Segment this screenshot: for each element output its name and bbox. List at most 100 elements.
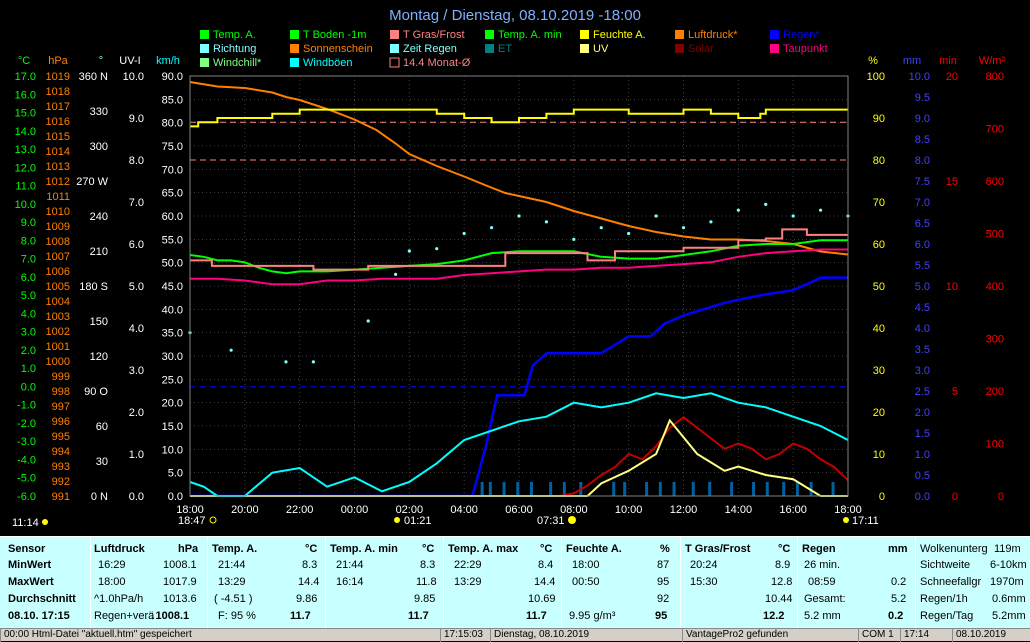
table-cell: °C — [778, 543, 791, 555]
direction-tick-label: 180 S — [79, 281, 108, 293]
table-cell: 08:59 — [808, 576, 836, 588]
humidity-tick-label: 30 — [873, 365, 885, 377]
hpa-tick-label: 1016 — [46, 116, 70, 128]
c-tick-label: 6.0 — [21, 272, 36, 284]
hpa-tick-label: 1011 — [46, 191, 70, 203]
wind-direction-point — [407, 249, 411, 253]
legend-swatch — [389, 57, 400, 68]
wind-direction-point — [572, 237, 576, 241]
table-cell: 8.3 — [302, 559, 318, 571]
uv-tick-label: 10.0 — [123, 71, 144, 83]
table-cell: Feuchte A. — [566, 543, 622, 555]
wind-direction-point — [791, 214, 795, 218]
table-cell: 10.44 — [765, 593, 793, 605]
rain-minutes-tick-label: 15 — [946, 176, 958, 188]
table-cell: 14.4 — [534, 576, 556, 588]
uv-tick-label: 2.0 — [129, 407, 144, 419]
table-cell: Temp. A. — [212, 543, 258, 555]
hpa-tick-label: 992 — [52, 476, 70, 488]
direction-tick-label: 300 — [90, 141, 108, 153]
table-cell: 16:14 — [336, 576, 364, 588]
humidity-tick-label: 80 — [873, 155, 885, 167]
legend-swatch — [290, 58, 299, 67]
rain-time-bar — [752, 482, 756, 496]
direction-tick-label: 210 — [90, 246, 108, 258]
c-tick-label: 10.0 — [15, 199, 36, 211]
sun-icon — [42, 519, 48, 525]
rain-time-bar — [623, 482, 627, 496]
c-tick-label: 1.0 — [21, 363, 36, 375]
uv-tick-label: 6.0 — [129, 239, 144, 251]
wind-tick-label: 15.0 — [162, 421, 183, 433]
axis-unit-mm: mm — [903, 55, 921, 67]
direction-tick-label: 240 — [90, 211, 108, 223]
wind-direction-point — [435, 247, 439, 251]
hpa-tick-label: 994 — [52, 446, 70, 458]
wind-tick-label: 80.0 — [162, 118, 183, 130]
status-panel: 17:14 — [900, 629, 952, 642]
rain-time-bar — [480, 482, 484, 496]
hpa-tick-label: 1010 — [46, 206, 70, 218]
uv-tick-label: 7.0 — [129, 197, 144, 209]
uv-tick-label: 3.0 — [129, 365, 144, 377]
solar-tick-label: 800 — [986, 71, 1004, 83]
table-cell: 1008.1 — [163, 559, 197, 571]
table-cell: hPa — [178, 543, 199, 555]
table-header-row: Sensor Luftdruck hPa Temp. A. °C Temp. A. min… — [0, 543, 1030, 558]
c-tick-label: -4.0 — [17, 454, 36, 466]
table-cell: 13:29 — [454, 576, 482, 588]
table-cell: 16:29 — [98, 559, 126, 571]
table-row: MinWert 16:29 1008.1 21:44 8.3 21:44 8.3 22:29 8… — [0, 559, 1030, 574]
wind-tick-label: 25.0 — [162, 374, 183, 386]
hpa-tick-label: 1009 — [46, 221, 70, 233]
rain-minutes-tick-label: 20 — [946, 71, 958, 83]
sunrise-icon — [568, 516, 576, 524]
wind-direction-point — [517, 214, 521, 218]
solar-tick-label: 200 — [986, 386, 1004, 398]
table-cell: 18:00 — [572, 559, 600, 571]
legend-swatch — [485, 44, 494, 53]
legend-swatch — [390, 44, 399, 53]
c-tick-label: 0.0 — [21, 381, 36, 393]
uv-tick-label: 4.0 — [129, 323, 144, 335]
solar-tick-label: 700 — [986, 124, 1004, 136]
legend-label: Feuchte A. — [593, 29, 646, 41]
wind-tick-label: 60.0 — [162, 211, 183, 223]
humidity-tick-label: 50 — [873, 281, 885, 293]
wind-tick-label: 10.0 — [162, 444, 183, 456]
humidity-tick-label: 10 — [873, 449, 885, 461]
rain-tick-label: 7.0 — [915, 197, 930, 209]
table-cell: 119m — [994, 543, 1021, 555]
table-cell: 12.2 — [763, 610, 785, 622]
table-cell: Temp. A. max — [448, 543, 519, 555]
hpa-tick-label: 1004 — [46, 296, 70, 308]
rain-time-bar — [529, 482, 533, 496]
wind-direction-point — [394, 272, 398, 276]
x-tick-label: 06:00 — [505, 504, 533, 516]
wind-direction-point — [709, 220, 713, 224]
table-cell: 26 min. — [804, 559, 841, 571]
solar-tick-label: 500 — [986, 229, 1004, 241]
hpa-tick-label: 1015 — [46, 131, 70, 143]
c-tick-label: 3.0 — [21, 327, 36, 339]
c-tick-label: -6.0 — [17, 491, 36, 503]
wind-direction-point — [627, 231, 631, 236]
x-tick-label: 14:00 — [725, 504, 753, 516]
direction-tick-label: 60 — [96, 421, 108, 433]
table-cell: mm — [888, 543, 908, 555]
c-tick-label: 9.0 — [21, 217, 36, 229]
legend-swatch — [770, 30, 779, 39]
wind-direction-point — [764, 202, 768, 206]
direction-tick-label: 90 O — [84, 386, 108, 398]
moonrise-icon — [843, 517, 849, 523]
hpa-tick-label: 1013 — [46, 161, 70, 173]
table-cell: °C — [422, 543, 435, 555]
legend-label: Zeit Regen — [403, 43, 457, 55]
uv-tick-label: 1.0 — [129, 449, 144, 461]
humidity-tick-label: 70 — [873, 197, 885, 209]
legend-label: 14.4 Monat-Ø — [403, 57, 471, 69]
wind-direction-point — [818, 208, 823, 212]
table-cell: 15:30 — [690, 576, 718, 588]
legend-label: Solar — [688, 43, 714, 55]
table-cell: 11.7 — [526, 610, 547, 622]
